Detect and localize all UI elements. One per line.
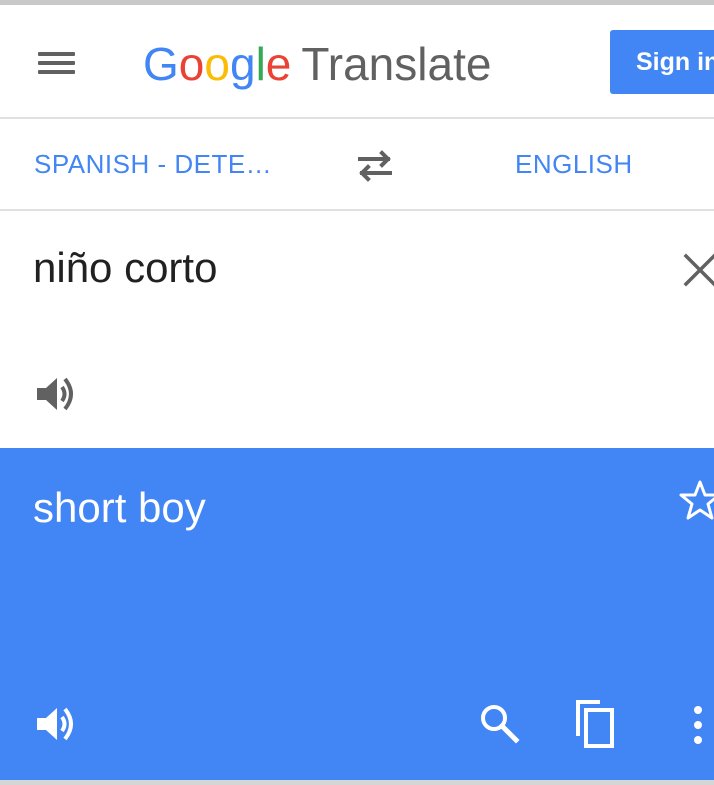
speaker-icon[interactable]: [33, 370, 81, 418]
source-language-button[interactable]: SPANISH - DETE…: [34, 149, 272, 180]
clear-icon[interactable]: [680, 250, 714, 290]
translated-text: short boy: [33, 484, 206, 531]
source-input-area[interactable]: niño corto: [0, 212, 714, 448]
google-translate-logo: Google Translate: [143, 38, 492, 90]
app-header: Google Translate Sign in: [0, 5, 714, 117]
menu-icon[interactable]: [28, 43, 84, 83]
translation-result-card: short boy: [0, 448, 714, 780]
language-bar: SPANISH - DETE… ENGLISH: [0, 119, 714, 209]
search-icon[interactable]: [476, 700, 524, 748]
source-text[interactable]: niño corto: [33, 244, 217, 292]
sign-in-button[interactable]: Sign in: [610, 30, 714, 94]
more-vert-icon[interactable]: [684, 702, 714, 750]
bottom-border: [0, 780, 714, 785]
swap-languages-icon[interactable]: [352, 143, 398, 189]
language-divider: [0, 209, 714, 211]
copy-icon[interactable]: [570, 698, 622, 752]
target-language-button[interactable]: ENGLISH: [515, 149, 633, 180]
speaker-icon[interactable]: [33, 700, 81, 748]
star-icon[interactable]: [678, 478, 714, 522]
